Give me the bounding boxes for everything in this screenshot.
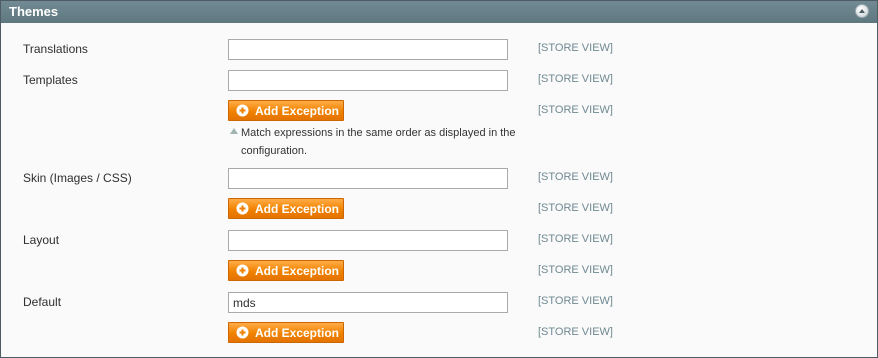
plus-circle-icon	[236, 104, 249, 117]
layout-exception-scope: [STORE VIEW]	[538, 264, 613, 276]
default-scope: [STORE VIEW]	[538, 295, 613, 307]
translations-label: Translations	[23, 42, 88, 56]
skin-add-exception-button[interactable]: Add Exception	[228, 198, 344, 219]
translations-input[interactable]	[228, 39, 508, 60]
layout-scope: [STORE VIEW]	[538, 233, 613, 245]
section-title: Themes	[9, 4, 59, 19]
layout-add-exception-button[interactable]: Add Exception	[228, 260, 344, 281]
default-exception-scope: [STORE VIEW]	[538, 326, 613, 338]
skin-exception-scope: [STORE VIEW]	[538, 202, 613, 214]
translations-scope: [STORE VIEW]	[538, 42, 613, 54]
default-input[interactable]	[228, 292, 508, 313]
plus-circle-icon	[236, 264, 249, 277]
exception-note: Match expressions in the same order as d…	[241, 127, 516, 157]
plus-circle-icon	[236, 326, 249, 339]
templates-exception-scope: [STORE VIEW]	[538, 104, 613, 116]
section-header[interactable]: Themes	[1, 1, 877, 23]
themes-panel: Themes Translations [STORE VIEW] Templat…	[0, 0, 878, 358]
templates-input[interactable]	[228, 70, 508, 91]
templates-label: Templates	[23, 73, 78, 87]
add-exception-label: Add Exception	[255, 201, 340, 216]
templates-scope: [STORE VIEW]	[538, 73, 613, 85]
default-label: Default	[23, 295, 62, 309]
skin-scope: [STORE VIEW]	[538, 171, 613, 183]
layout-input[interactable]	[228, 230, 508, 251]
add-exception-label: Add Exception	[255, 325, 340, 340]
add-exception-label: Add Exception	[255, 263, 340, 278]
skin-input[interactable]	[228, 168, 508, 189]
layout-label: Layout	[23, 233, 60, 247]
add-exception-label: Add Exception	[255, 103, 340, 118]
collapse-up-icon[interactable]	[855, 4, 869, 18]
default-add-exception-button[interactable]: Add Exception	[228, 322, 344, 343]
templates-add-exception-button[interactable]: Add Exception	[228, 100, 344, 121]
skin-label: Skin (Images / CSS)	[23, 171, 132, 185]
triangle-up-icon	[230, 128, 238, 134]
plus-circle-icon	[236, 202, 249, 215]
